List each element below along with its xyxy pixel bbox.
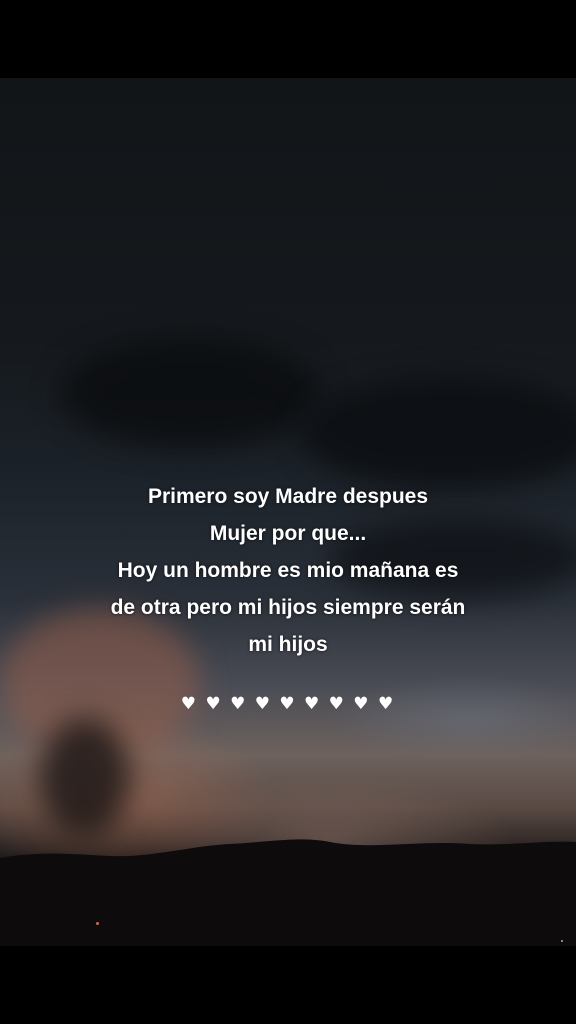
heart-icon: ♥ ♥ ♥ ♥ ♥ ♥ ♥ ♥ ♥ <box>180 694 396 714</box>
horizon-silhouette <box>0 839 576 946</box>
caption-line-1: Primero soy Madre despues <box>147 485 429 508</box>
light-spark <box>96 922 99 925</box>
cloud-dark-right <box>300 378 576 488</box>
caption-line-5: mi hijos <box>248 633 328 656</box>
caption-line-4: de otra pero mi hijos siempre serán <box>110 596 466 619</box>
video-frame: Primero soy Madre despues Mujer por que.… <box>0 0 576 1024</box>
caption-line-3: Hoy un hombre es mio mañana es <box>117 559 459 582</box>
caption-line-2: Mujer por que... <box>209 522 367 545</box>
cloud-dark-upper <box>60 338 320 448</box>
hearts-decoration: ♥ ♥ ♥ ♥ ♥ ♥ ♥ ♥ ♥ <box>0 694 576 714</box>
caption-text: Primero soy Madre despues Mujer por que.… <box>0 478 576 663</box>
corner-dot <box>561 940 563 942</box>
